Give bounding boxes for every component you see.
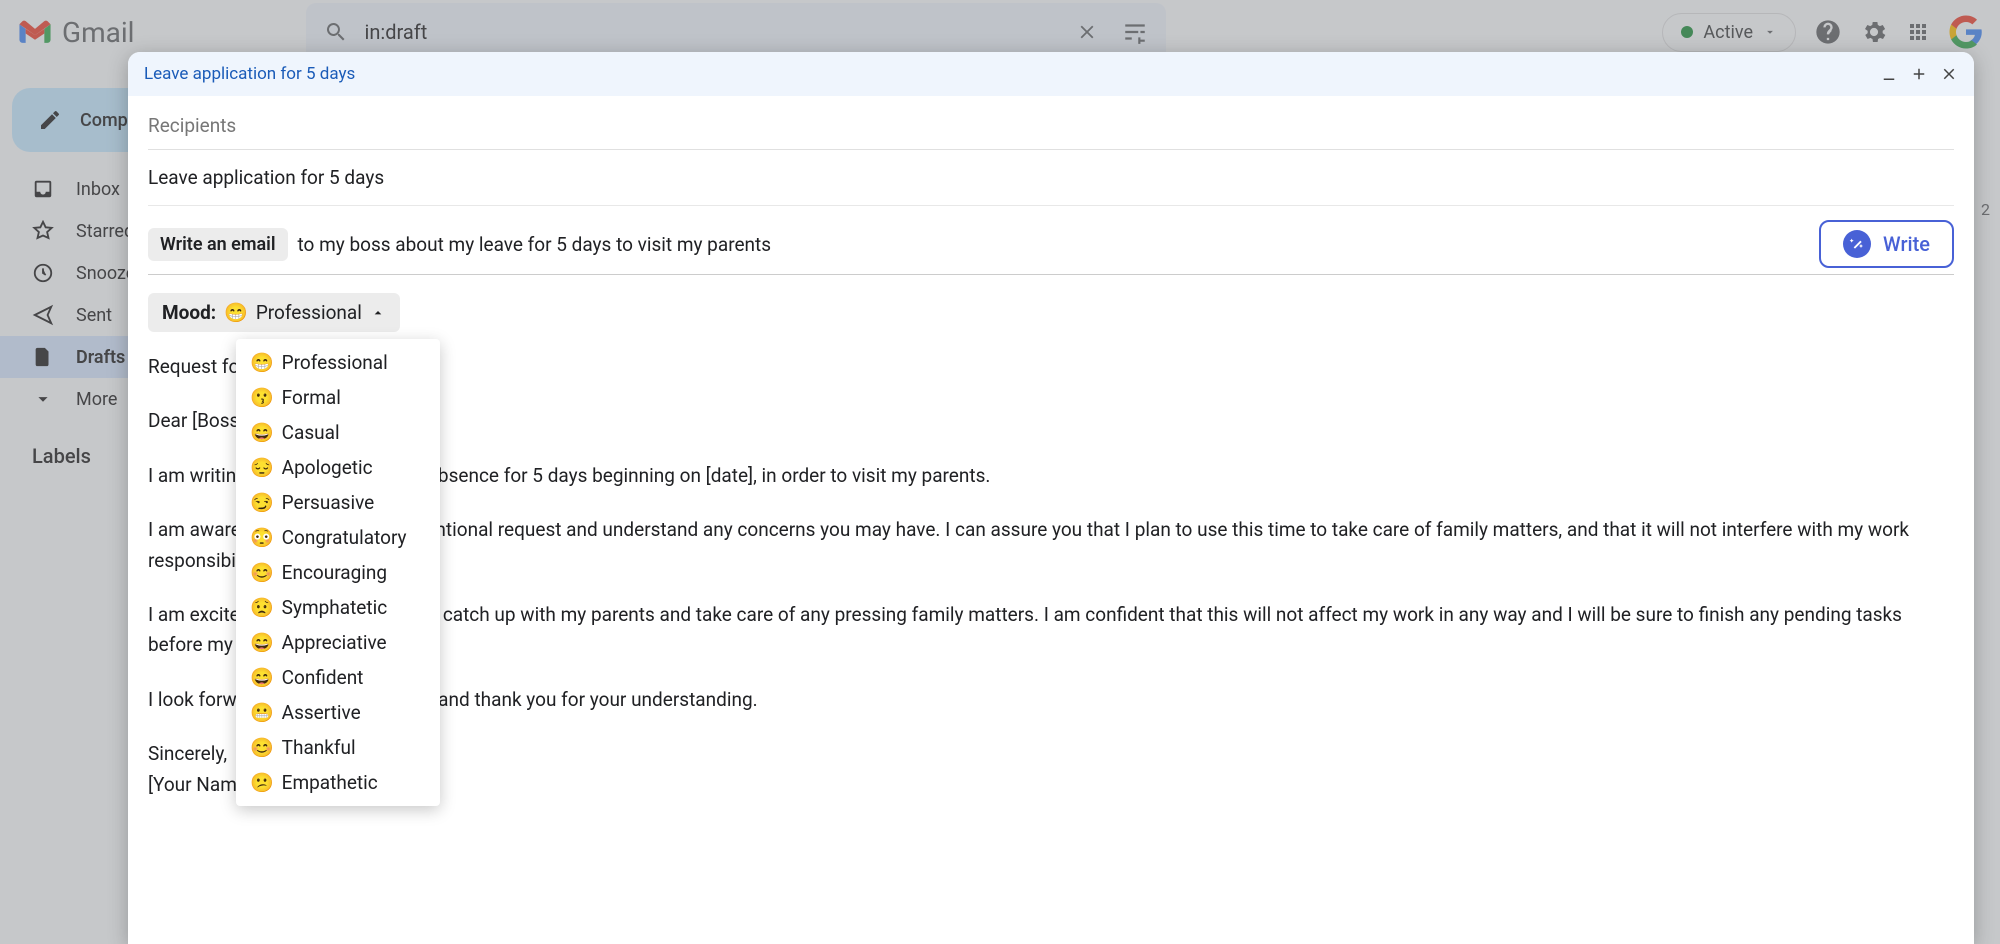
chevron-up-icon [370,305,386,321]
dialog-header: Leave application for 5 days [128,52,1974,96]
write-button-label: Write [1883,232,1930,256]
emoji-icon: 😟 [250,596,274,619]
mood-dropdown: 😁Professional 😗Formal 😄Casual 😔Apologeti… [236,339,440,806]
mood-option-professional[interactable]: 😁Professional [236,345,440,380]
emoji-icon: 😄 [250,666,274,689]
close-icon[interactable] [1940,65,1958,83]
subject-field[interactable]: Leave application for 5 days [148,150,1954,206]
minimize-icon[interactable] [1880,65,1898,83]
write-prompt-input[interactable]: to my boss about my leave for 5 days to … [298,233,772,256]
mood-option-apologetic[interactable]: 😔Apologetic [236,450,440,485]
mood-selector: Mood: 😁 Professional 😁Professional 😗Form… [148,293,400,332]
write-chip: Write an email [148,228,288,261]
mood-option-encouraging[interactable]: 😊Encouraging [236,555,440,590]
magic-wand-icon [1843,230,1871,258]
mood-trigger[interactable]: Mood: 😁 Professional [148,293,400,332]
write-button[interactable]: Write [1819,220,1954,268]
emoji-icon: 😬 [250,701,274,724]
mood-option-sympathetic[interactable]: 😟Symphatetic [236,590,440,625]
mood-selected: Professional [256,301,362,324]
mood-option-confident[interactable]: 😄Confident [236,660,440,695]
mood-option-congratulatory[interactable]: 😳Congratulatory [236,520,440,555]
emoji-icon: 😄 [250,631,274,654]
compose-dialog: Leave application for 5 days Recipients … [128,52,1974,944]
mood-label: Mood: [162,301,216,324]
emoji-icon: 😊 [250,736,274,759]
emoji-icon: 😊 [250,561,274,584]
mood-option-empathetic[interactable]: 😕Empathetic [236,765,440,800]
mood-option-appreciative[interactable]: 😄Appreciative [236,625,440,660]
emoji-icon: 😁 [224,301,248,324]
dialog-title: Leave application for 5 days [144,64,355,84]
mood-option-thankful[interactable]: 😊Thankful [236,730,440,765]
emoji-icon: 😗 [250,386,274,409]
mood-option-formal[interactable]: 😗Formal [236,380,440,415]
mood-option-casual[interactable]: 😄Casual [236,415,440,450]
emoji-icon: 😁 [250,351,274,374]
mood-option-assertive[interactable]: 😬Assertive [236,695,440,730]
collapse-icon[interactable] [1910,65,1928,83]
emoji-icon: 😳 [250,526,274,549]
emoji-icon: 😄 [250,421,274,444]
recipients-field[interactable]: Recipients [148,96,1954,150]
ai-write-row: Write an email to my boss about my leave… [148,206,1954,275]
emoji-icon: 😏 [250,491,274,514]
emoji-icon: 😔 [250,456,274,479]
mood-option-persuasive[interactable]: 😏Persuasive [236,485,440,520]
emoji-icon: 😕 [250,771,274,794]
